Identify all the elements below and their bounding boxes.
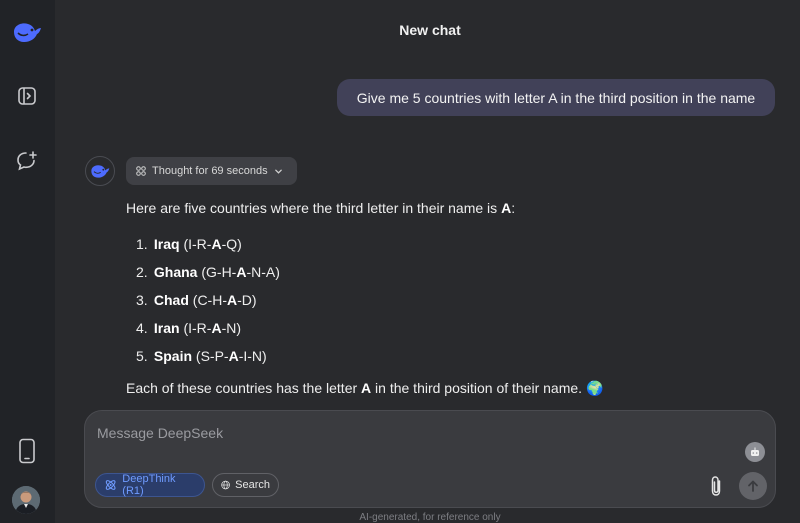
list-item: 5. Spain (S-P-A-I-N) [136,348,267,364]
atom-icon [105,480,116,490]
country-list: 1. Iraq (I-R-A-Q) 2. Ghana (G-H-A-N-A) 3… [136,234,766,374]
whale-icon [91,165,110,178]
message-composer[interactable]: Message DeepSeek DeepThink (R1) Search [84,410,776,508]
message-input[interactable]: Message DeepSeek [97,425,223,441]
sidebar [0,0,55,523]
thought-label: Thought for 69 seconds [152,165,268,177]
send-button[interactable] [739,472,767,500]
arrow-up-icon [748,480,758,492]
search-label: Search [235,479,270,491]
list-item: 3. Chad (C-H-A-D) [136,292,257,308]
assistant-message: Here are five countries where the third … [126,198,766,398]
main-area: New chat Give me 5 countries with letter… [55,0,800,523]
globe-icon [221,480,230,490]
assistant-avatar [85,156,115,186]
new-chat-icon[interactable] [12,146,42,176]
disclaimer: AI-generated, for reference only [359,512,501,523]
list-item: 2. Ghana (G-H-A-N-A) [136,264,280,280]
list-item: 1. Iraq (I-R-A-Q) [136,236,242,252]
page-title: New chat [399,22,461,38]
avatar[interactable] [12,486,40,514]
list-item: 4. Iran (I-R-A-N) [136,320,242,336]
sidebar-toggle-icon[interactable] [12,81,42,111]
thought-toggle-button[interactable]: Thought for 69 seconds [126,157,297,185]
atom-icon [136,166,146,176]
answer-outro: Each of these countries has the letter A… [126,380,604,396]
search-toggle[interactable]: Search [212,473,279,497]
answer-intro: Here are five countries where the third … [126,200,516,216]
chevron-down-icon [274,169,282,174]
deepthink-toggle[interactable]: DeepThink (R1) [95,473,205,497]
deepthink-label: DeepThink (R1) [122,473,176,497]
phone-icon[interactable] [12,436,42,466]
paperclip-icon[interactable] [705,475,727,497]
globe-emoji: 🌍 [585,380,604,396]
robot-icon[interactable] [745,442,765,462]
user-message: Give me 5 countries with letter A in the… [337,79,775,116]
whale-logo-icon[interactable] [12,17,42,47]
